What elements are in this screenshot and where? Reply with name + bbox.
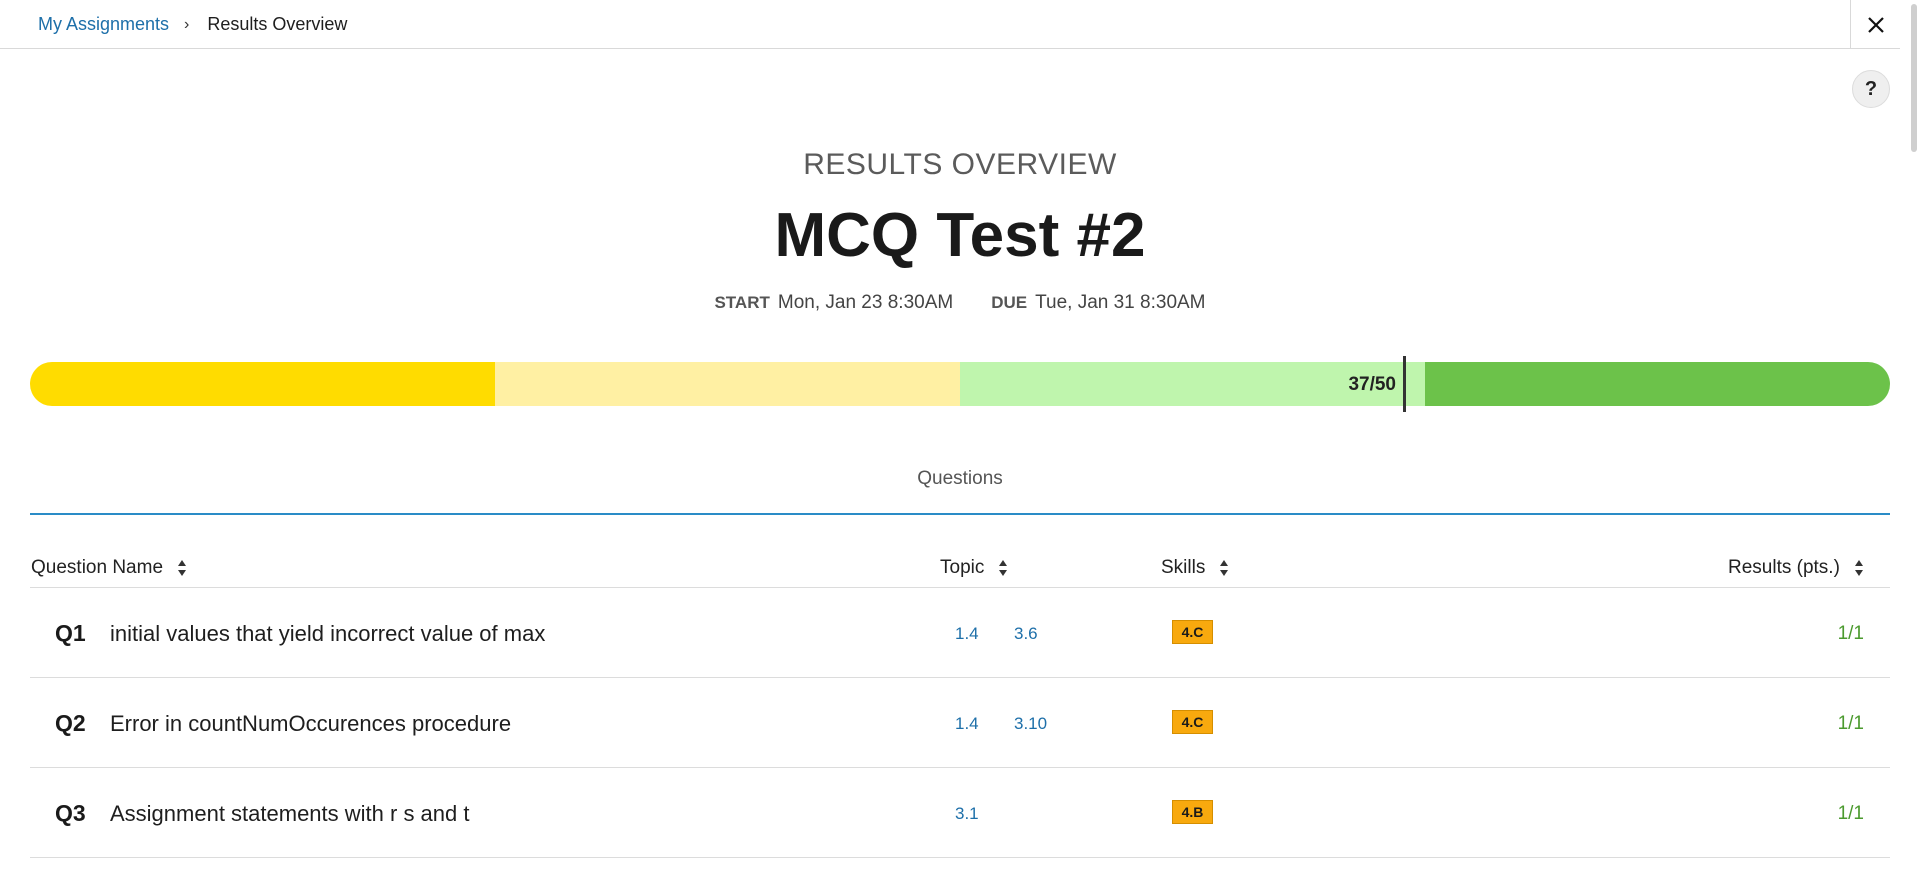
question-number: Q3 bbox=[55, 800, 86, 826]
question-number: Q2 bbox=[55, 710, 86, 736]
start-date: Mon, Jan 23 8:30AM bbox=[777, 292, 954, 313]
scrollbar[interactable] bbox=[1900, 0, 1920, 880]
scrollbar-thumb[interactable] bbox=[1911, 4, 1917, 152]
chevron-right-icon: › bbox=[184, 15, 190, 33]
help-button[interactable]: ? bbox=[1852, 70, 1890, 108]
breadcrumb-current: Results Overview bbox=[207, 14, 348, 34]
due-date: Tue, Jan 31 8:30AM bbox=[1035, 292, 1206, 313]
column-label: Results (pts.) bbox=[1728, 557, 1840, 578]
column-header-skills[interactable]: Skills bbox=[1161, 557, 1229, 579]
breadcrumb: My Assignments › Results Overview bbox=[38, 14, 347, 35]
close-icon bbox=[1867, 16, 1884, 33]
topic-link[interactable]: 1.4 bbox=[955, 624, 979, 644]
sort-icon bbox=[1854, 559, 1864, 577]
top-bar: My Assignments › Results Overview bbox=[0, 0, 1920, 49]
score-marker bbox=[1403, 356, 1406, 412]
question-number: Q1 bbox=[55, 620, 86, 646]
due-label: DUE bbox=[991, 293, 1028, 312]
question-name[interactable]: Error in countNumOccurences procedure bbox=[110, 711, 511, 737]
breadcrumb-my-assignments-link[interactable]: My Assignments bbox=[38, 14, 169, 35]
topic-link[interactable]: 1.4 bbox=[955, 714, 979, 734]
column-label: Topic bbox=[940, 557, 985, 578]
sort-icon bbox=[177, 559, 187, 577]
score-label: 37/50 bbox=[1348, 374, 1396, 395]
topic-link[interactable]: 3.6 bbox=[1014, 624, 1038, 644]
result-points: 1/1 bbox=[1837, 713, 1864, 734]
result-points: 1/1 bbox=[1837, 623, 1864, 644]
tab-questions[interactable]: Questions bbox=[0, 468, 1920, 490]
table-row-q3[interactable]: Q3 Assignment statements with r s and t … bbox=[30, 768, 1890, 858]
column-header-results[interactable]: Results (pts.) bbox=[1728, 557, 1864, 579]
assignment-dates: START Mon, Jan 23 8:30AM DUE Tue, Jan 31 8:… bbox=[0, 292, 1920, 314]
score-band-2 bbox=[495, 362, 960, 406]
sort-icon bbox=[998, 559, 1008, 577]
score-band-4 bbox=[1425, 362, 1890, 406]
page-eyebrow: RESULTS OVERVIEW bbox=[803, 148, 1117, 181]
score-progress-bar bbox=[30, 362, 1890, 406]
topic-link[interactable]: 3.10 bbox=[1014, 714, 1047, 734]
table-header: Question Name Topic Skills Results (pts.… bbox=[30, 548, 1890, 588]
sort-icon bbox=[1219, 559, 1229, 577]
score-band-1 bbox=[30, 362, 495, 406]
question-name[interactable]: Assignment statements with r s and t bbox=[110, 801, 470, 827]
skill-badge: 4.C bbox=[1172, 710, 1213, 734]
question-name[interactable]: initial values that yield incorrect valu… bbox=[110, 621, 545, 647]
column-header-topic[interactable]: Topic bbox=[940, 557, 1008, 579]
topic-link[interactable]: 3.1 bbox=[955, 804, 979, 824]
start-label: START bbox=[714, 293, 770, 312]
skill-badge: 4.C bbox=[1172, 620, 1213, 644]
tab-underline bbox=[30, 513, 1890, 515]
column-label: Skills bbox=[1161, 557, 1206, 578]
skill-badge: 4.B bbox=[1172, 800, 1213, 824]
result-points: 1/1 bbox=[1837, 803, 1864, 824]
close-button[interactable] bbox=[1850, 0, 1900, 49]
page-title: MCQ Test #2 bbox=[774, 201, 1146, 270]
table-row-q1[interactable]: Q1 initial values that yield incorrect v… bbox=[30, 588, 1890, 678]
table-row-q2[interactable]: Q2 Error in countNumOccurences procedure… bbox=[30, 678, 1890, 768]
column-header-question-name[interactable]: Question Name bbox=[31, 557, 187, 579]
column-label: Question Name bbox=[31, 557, 164, 578]
